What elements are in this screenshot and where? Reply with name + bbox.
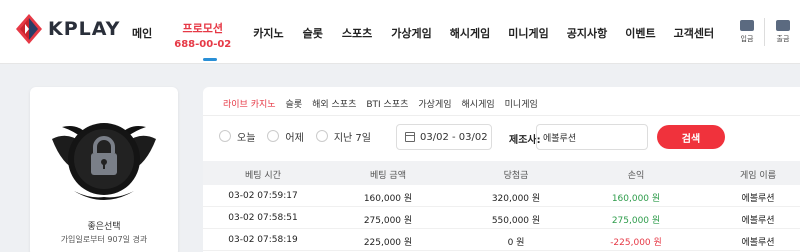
tab-bti-sports[interactable]: BTI 스포츠 — [366, 97, 408, 110]
radio-last-7-days[interactable]: 지난 7일 — [315, 129, 371, 144]
nav-events[interactable]: 이벤트 — [625, 0, 655, 41]
cell-game-name: 에볼루션 — [741, 238, 775, 248]
col-bet-amount: 베팅 금액 — [370, 171, 406, 181]
cell-bet-amount: 275,000 원 — [363, 216, 413, 226]
radio-circle — [315, 130, 328, 142]
tab-live-casino[interactable]: 라이브 카지노 — [223, 97, 276, 110]
deposit-icon — [740, 20, 754, 31]
logo-text: KPLAY — [48, 18, 121, 40]
radio-circle — [267, 130, 280, 142]
table-row: 03-02 07:58:19 225,000 원 0 원 -225,000 원 … — [203, 229, 800, 251]
table-row: 03-02 07:58:51 275,000 원 550,000 원 275,0… — [203, 207, 800, 229]
nav-sports[interactable]: 스포츠 — [342, 0, 372, 41]
withdraw-label: 출금 — [776, 35, 790, 43]
withdraw-button[interactable]: 출금 — [772, 20, 794, 44]
provider-input[interactable]: 에볼루션 — [536, 124, 648, 150]
table-header: 베팅 시간 베팅 금액 당첨금 손익 게임 이름 — [203, 161, 800, 185]
header-divider — [764, 18, 765, 46]
top-header: KPLAY 메인 프로모션 688-00-02 카지노 슬롯 스포츠 가상게임 … — [0, 0, 800, 64]
col-game-name: 게임 이름 — [740, 171, 776, 181]
calendar-icon — [405, 132, 415, 142]
date-range-value: 03/02 - 03/02 — [420, 131, 488, 143]
betting-history-panel: 라이브 카지노 슬롯 해외 스포츠 BTI 스포츠 가상게임 해시게임 미니게임… — [203, 87, 800, 252]
provider-input-value: 에볼루션 — [543, 133, 577, 144]
deposit-label: 입금 — [740, 35, 754, 43]
nav-notice[interactable]: 공지사항 — [567, 0, 607, 41]
cell-game-name: 에볼루션 — [741, 194, 775, 204]
radio-today[interactable]: 오늘 — [219, 129, 255, 144]
profile-name: 좋은선택 — [87, 222, 121, 232]
search-button[interactable]: 검색 — [657, 125, 725, 149]
radio-circle — [219, 130, 231, 142]
profile-card: 좋은선택 가입일로부터 907일 경과 — [30, 87, 178, 252]
date-range-picker[interactable]: 03/02 - 03/02 — [396, 124, 492, 150]
period-filters: 오늘 어제 지난 7일 — [219, 123, 383, 149]
tab-overseas-sports[interactable]: 해외 스포츠 — [312, 97, 356, 110]
cell-game-name: 에볼루션 — [741, 216, 775, 226]
nav-casino[interactable]: 카지노 — [253, 0, 283, 41]
nav-mini-games[interactable]: 미니게임 — [508, 0, 548, 41]
cell-winnings: 550,000 원 — [491, 216, 541, 226]
profile-days-since-join: 가입일로부터 907일 경과 — [60, 235, 148, 244]
radio-today-label: 오늘 — [237, 132, 256, 144]
radio-yesterday-label: 어제 — [285, 132, 304, 144]
nav-promotion[interactable]: 프로모션 688-00-02 — [174, 0, 231, 50]
game-tabs: 라이브 카지노 슬롯 해외 스포츠 BTI 스포츠 가상게임 해시게임 미니게임 — [223, 97, 548, 110]
radio-yesterday[interactable]: 어제 — [267, 129, 304, 144]
kplay-logo-icon — [16, 14, 42, 44]
cell-bet-amount: 160,000 원 — [363, 194, 413, 204]
cell-profit-loss: 160,000 원 — [611, 194, 661, 204]
cell-profit-loss: -225,000 원 — [610, 238, 662, 248]
deposit-button[interactable]: 입금 — [736, 20, 758, 44]
table-row: 03-02 07:59:17 160,000 원 320,000 원 160,0… — [203, 185, 800, 207]
tabs-divider — [203, 115, 800, 116]
cell-bet-time: 03-02 07:58:19 — [228, 235, 298, 245]
col-profit-loss: 손익 — [627, 171, 645, 181]
radio-last-7-days-label: 지난 7일 — [333, 132, 371, 144]
nav-main[interactable]: 메인 — [132, 0, 152, 41]
nav-virtual-games[interactable]: 가상게임 — [391, 0, 431, 41]
nav-active-indicator — [203, 58, 217, 61]
cell-bet-time: 03-02 07:59:17 — [228, 191, 298, 201]
cell-winnings: 0 원 — [507, 238, 525, 248]
nav-customer-center[interactable]: 고객센터 — [674, 0, 714, 41]
cell-profit-loss: 275,000 원 — [611, 216, 661, 226]
shield-lock-emblem-icon — [52, 123, 156, 200]
col-winnings: 당첨금 — [503, 171, 529, 181]
tab-slot[interactable]: 슬롯 — [286, 97, 303, 110]
nav-promotion-sub: 688-00-02 — [174, 39, 232, 50]
nav-hash-games[interactable]: 해시게임 — [450, 0, 490, 41]
cell-bet-time: 03-02 07:58:51 — [228, 213, 298, 223]
nav-slot[interactable]: 슬롯 — [303, 0, 323, 41]
withdraw-icon — [776, 20, 790, 31]
tab-virtual-games[interactable]: 가상게임 — [418, 97, 451, 110]
cell-winnings: 320,000 원 — [491, 194, 541, 204]
tab-mini-games[interactable]: 미니게임 — [505, 97, 538, 110]
cell-bet-amount: 225,000 원 — [363, 238, 413, 248]
main-nav: 메인 프로모션 688-00-02 카지노 슬롯 스포츠 가상게임 해시게임 미… — [132, 0, 714, 64]
tab-hash-games[interactable]: 해시게임 — [462, 97, 495, 110]
col-bet-time: 베팅 시간 — [245, 171, 281, 181]
nav-promotion-label: 프로모션 — [182, 22, 223, 35]
logo[interactable]: KPLAY — [16, 14, 120, 44]
